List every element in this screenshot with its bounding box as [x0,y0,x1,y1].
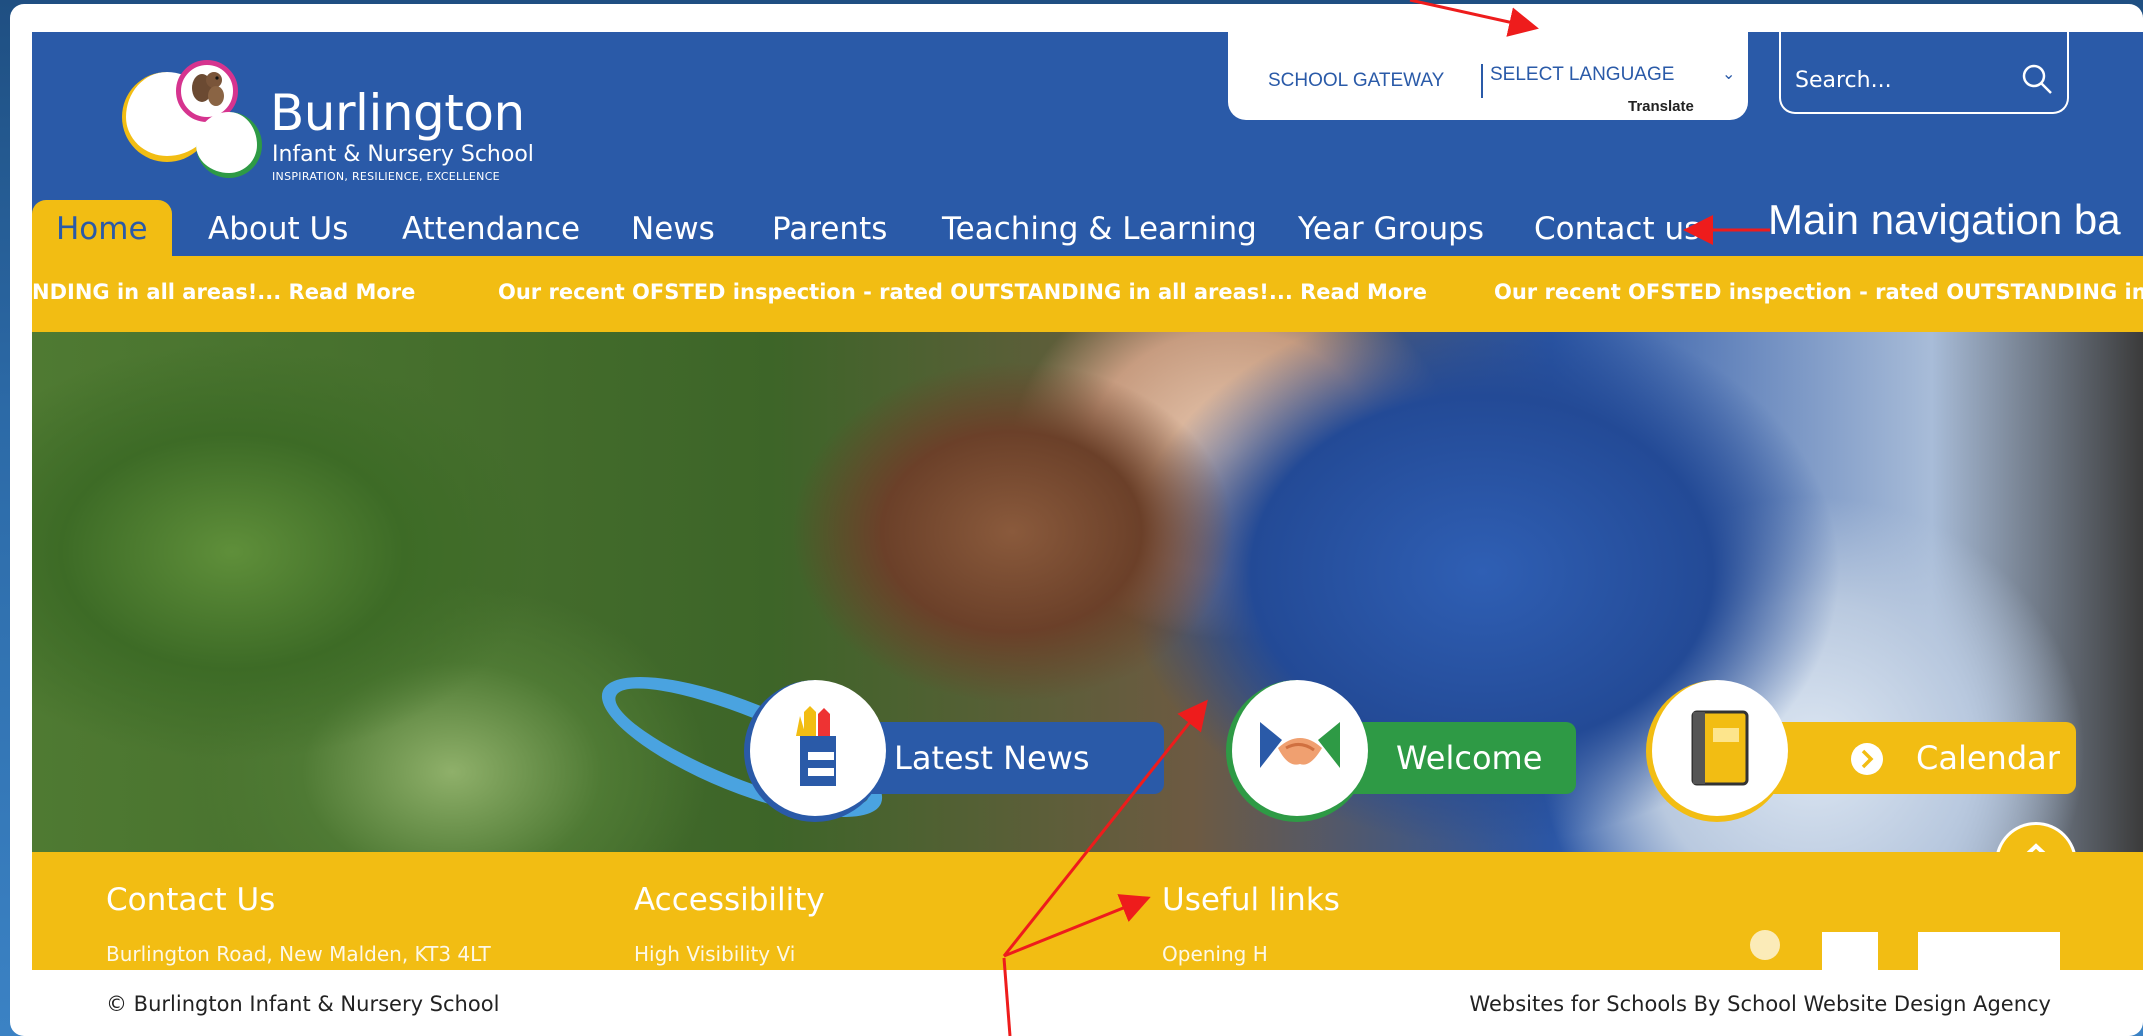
school-website: Burlington Infant & Nursery School INSPI… [32,32,2143,970]
copyright-text: © Burlington Infant & Nursery School [106,992,500,1016]
ticker-item[interactable]: Our recent OFSTED inspection - rated OUT… [498,280,1427,304]
handshake-icon [1226,680,1368,822]
nav-item-attendance[interactable]: Attendance [402,200,580,256]
search-input[interactable] [1795,68,1995,93]
nav-item-home[interactable]: Home [32,200,172,256]
accreditation-logo [1750,930,1780,960]
agency-credit-link[interactable]: Websites for Schools By School Website D… [1469,992,2051,1016]
calendar-button[interactable]: Calendar [1646,680,2076,834]
calendar-label: Calendar [1756,722,2076,794]
school-name: Burlington [270,84,525,142]
annotation-label: Main navigation ba [1768,196,2121,243]
search-icon [2022,64,2052,94]
footer-link[interactable]: Opening H [1162,942,1268,966]
footer-heading-useful-links: Useful links [1162,882,1340,918]
divider [1481,64,1483,98]
search-button[interactable] [2017,60,2057,100]
latest-news-label: Latest News [854,722,1164,794]
ticker-item[interactable]: Our recent OFSTED inspection - rated OUT… [1494,280,2143,304]
language-select[interactable]: SELECT LANGUAGE [1490,64,1674,86]
accreditation-logo [1822,932,1878,970]
chevron-right-icon [1851,743,1883,775]
footer-heading-contact: Contact Us [106,882,276,918]
logo-circle-green [196,112,262,178]
nav-item-parents[interactable]: Parents [772,200,887,256]
school-subtitle: Infant & Nursery School [272,142,534,167]
nav-item-about-us[interactable]: About Us [208,200,348,256]
translate-label: Translate [1628,98,1694,115]
school-gateway-link[interactable]: SCHOOL GATEWAY [1268,70,1444,92]
accreditation-logo [1918,932,2060,970]
bottom-bar: © Burlington Infant & Nursery School Web… [10,970,2143,1036]
pencil-pot-icon [744,680,886,822]
chevron-down-icon[interactable]: ⌄ [1722,64,1735,83]
top-utility-bar: SCHOOL GATEWAY SELECT LANGUAGE ⌄ Transla… [1228,32,1748,120]
squirrel-icon [192,72,224,106]
welcome-label: Welcome [1336,722,1576,794]
site-footer: Contact Us Accessibility Useful links Bu… [32,852,2143,970]
footer-address: Burlington Road, New Malden, KT3 4LT [106,942,491,966]
footer-heading-accessibility: Accessibility [634,882,825,918]
news-ticker: NDING in all areas!... Read More Our rec… [32,256,2143,332]
search-box [1779,32,2069,114]
welcome-button[interactable]: Welcome [1226,680,1576,834]
nav-item-news[interactable]: News [631,200,715,256]
ticker-item[interactable]: NDING in all areas!... Read More [32,280,415,304]
footer-link[interactable]: High Visibility Vi [634,942,795,966]
book-icon [1646,680,1788,822]
nav-item-contact-us[interactable]: Contact us [1534,200,1700,256]
latest-news-button[interactable]: Latest News [744,680,1164,834]
school-motto: INSPIRATION, RESILIENCE, EXCELLENCE [272,170,500,183]
nav-item-teaching-learning[interactable]: Teaching & Learning [942,200,1257,256]
browser-frame: Burlington Infant & Nursery School INSPI… [10,4,2143,1036]
nav-item-year-groups[interactable]: Year Groups [1298,200,1484,256]
